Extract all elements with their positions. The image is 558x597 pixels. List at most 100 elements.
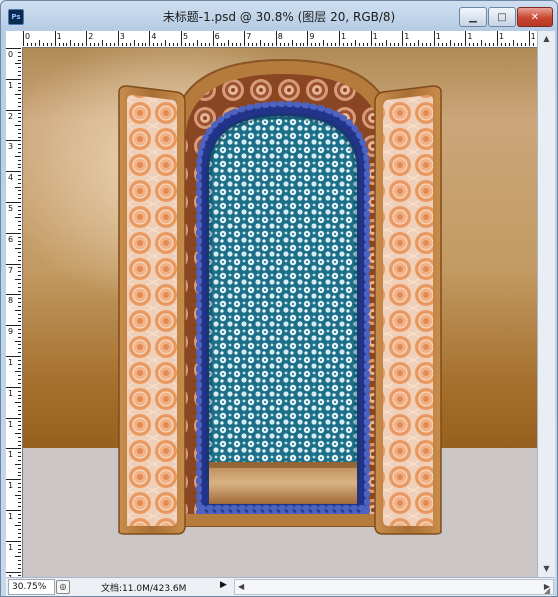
ruler-minor-tick <box>248 43 250 46</box>
ruler-number: 1 <box>8 419 14 429</box>
ruler-tick <box>86 31 88 46</box>
ruler-tick <box>402 31 404 46</box>
cabinet-artwork <box>118 58 442 535</box>
ruler-minor-tick <box>18 521 21 523</box>
resize-grip-icon[interactable]: ◢ <box>544 586 554 596</box>
ruler-minor-tick <box>18 317 21 319</box>
ruler-minor-tick <box>267 43 269 46</box>
ruler-minor-tick <box>18 136 21 138</box>
ruler-minor-tick <box>66 43 68 46</box>
ruler-minor-tick <box>15 463 21 465</box>
scroll-up-button[interactable]: ▲ <box>538 31 555 47</box>
ruler-number: 1 <box>8 358 14 367</box>
ruler-minor-tick <box>18 305 21 307</box>
ruler-minor-tick <box>18 71 21 73</box>
scroll-left-button[interactable]: ◀ <box>238 580 244 594</box>
ruler-minor-tick <box>177 43 179 46</box>
ruler-number: 0 <box>25 32 31 41</box>
ruler-minor-tick <box>18 198 21 200</box>
ruler-minor-tick <box>204 43 206 46</box>
ruler-minor-tick <box>18 348 21 350</box>
zoom-level-field[interactable]: 30.75% <box>8 579 55 595</box>
ruler-tick <box>6 356 21 357</box>
ruler-minor-tick <box>15 155 21 157</box>
ruler-minor-tick <box>386 40 388 46</box>
ruler-number: 1 <box>435 32 441 41</box>
status-menu-arrow-icon[interactable]: ▶ <box>220 580 227 590</box>
ruler-minor-tick <box>18 178 21 180</box>
ruler-minor-tick <box>15 309 21 311</box>
ruler-minor-tick <box>15 433 21 434</box>
ruler-minor-tick <box>18 255 21 257</box>
ruler-minor-tick <box>15 125 21 126</box>
ruler-tick <box>6 417 21 419</box>
ruler-minor-tick <box>240 43 242 46</box>
ruler-minor-tick <box>192 43 194 46</box>
ruler-minor-tick <box>18 336 21 338</box>
ruler-minor-tick <box>18 544 21 546</box>
vertical-scrollbar[interactable]: ▲ ▼ <box>537 31 555 577</box>
title-bar[interactable]: Ps 未标题-1.psd @ 30.8% (图层 20, RGB/8) ▁ □ … <box>1 1 557 31</box>
horizontal-ruler[interactable]: 0 1 2 3 4 5 6 7 8 9 1 1 1 1 1 1 1 <box>22 31 537 48</box>
ruler-number: 4 <box>8 173 14 183</box>
ruler-tick <box>6 48 21 49</box>
ruler-minor-tick <box>15 279 21 280</box>
ruler-minor-tick <box>263 43 265 46</box>
ruler-minor-tick <box>18 98 21 100</box>
ruler-minor-tick <box>473 43 475 46</box>
ruler-tick <box>54 31 56 46</box>
ruler-number: 7 <box>8 265 14 275</box>
ruler-number: 4 <box>151 32 157 41</box>
ruler-tick <box>244 31 246 46</box>
ruler-number: 1 <box>499 32 505 41</box>
ruler-minor-tick <box>200 43 202 46</box>
ruler-minor-tick <box>18 409 21 411</box>
ruler-minor-tick <box>18 367 21 369</box>
ruler-minor-tick <box>129 43 131 46</box>
ruler-minor-tick <box>34 43 36 46</box>
ruler-tick <box>6 202 21 203</box>
zoom-menu-icon[interactable]: ◎ <box>56 580 70 594</box>
ruler-minor-tick <box>532 43 534 46</box>
maximize-button[interactable]: □ <box>488 7 516 27</box>
ruler-minor-tick <box>18 167 21 169</box>
ruler-minor-tick <box>161 43 163 46</box>
ruler-minor-tick <box>82 43 84 46</box>
ruler-minor-tick <box>18 425 21 427</box>
ruler-minor-tick <box>18 240 21 242</box>
ruler-tick <box>6 294 21 296</box>
minimize-button[interactable]: ▁ <box>459 7 487 27</box>
vertical-ruler[interactable]: 012345678911111111 <box>6 47 23 577</box>
ruler-minor-tick <box>18 221 21 223</box>
ruler-number: 1 <box>372 32 378 41</box>
ruler-minor-tick <box>18 74 21 76</box>
ruler-minor-tick <box>18 560 21 562</box>
ruler-number: 1 <box>8 450 14 460</box>
document-canvas[interactable] <box>23 48 537 577</box>
document-size-info: 文档:11.0M/423.6M <box>101 584 187 594</box>
ruler-minor-tick <box>18 506 21 508</box>
ruler-number: 3 <box>8 142 14 152</box>
scroll-down-button[interactable]: ▼ <box>538 561 555 577</box>
ruler-minor-tick <box>18 429 21 431</box>
ruler-minor-tick <box>153 43 155 46</box>
ruler-minor-tick <box>18 475 21 477</box>
close-button[interactable]: ✕ <box>517 7 553 27</box>
ruler-minor-tick <box>15 371 21 373</box>
ruler-minor-tick <box>271 43 273 46</box>
ruler-minor-tick <box>327 43 329 46</box>
ruler-minor-tick <box>50 43 52 46</box>
ruler-minor-tick <box>398 43 400 46</box>
ruler-number: 9 <box>8 327 14 337</box>
ruler-minor-tick <box>224 43 226 46</box>
horizontal-scrollbar[interactable]: ◀ ▶ <box>234 579 554 595</box>
ruler-minor-tick <box>18 567 21 569</box>
ruler-minor-tick <box>485 43 487 46</box>
ruler-tick <box>6 171 21 173</box>
ruler-origin[interactable] <box>6 31 23 48</box>
ruler-minor-tick <box>287 43 289 46</box>
ruler-minor-tick <box>469 43 471 46</box>
ruler-minor-tick <box>15 494 21 496</box>
ruler-minor-tick <box>18 244 21 246</box>
ruler-minor-tick <box>335 43 337 46</box>
